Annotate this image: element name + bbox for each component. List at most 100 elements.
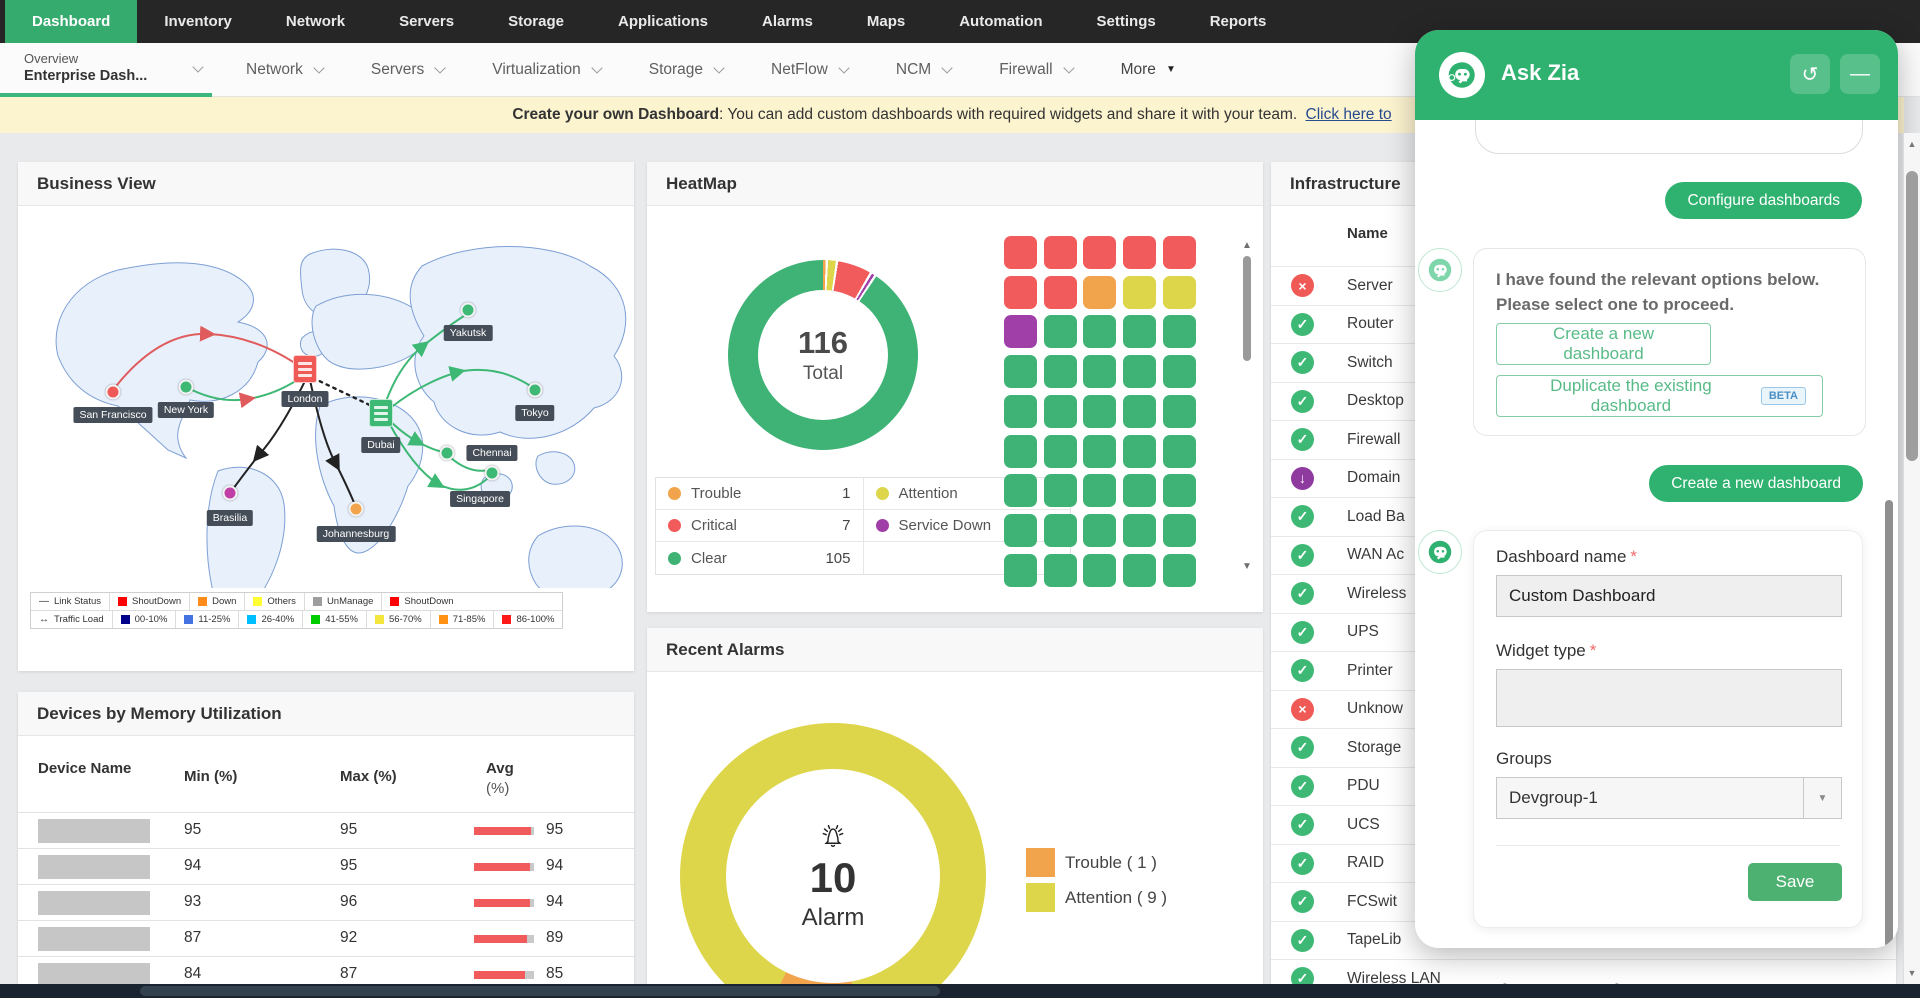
groups-select[interactable]: Devgroup-1 ▼: [1496, 777, 1842, 819]
tab-more[interactable]: More ▼: [1087, 43, 1190, 97]
heatmap-scrollbar[interactable]: ▲ ▼: [1240, 240, 1254, 572]
heatmap-cell[interactable]: [1083, 315, 1116, 348]
heatmap-cell[interactable]: [1004, 395, 1037, 428]
heatmap-cell[interactable]: [1123, 514, 1156, 547]
nav-item-inventory[interactable]: Inventory: [137, 0, 259, 43]
selected-reply-pill[interactable]: Create a new dashboard: [1649, 465, 1863, 502]
heatmap-cell[interactable]: [1123, 435, 1156, 468]
nav-item-storage[interactable]: Storage: [481, 0, 591, 43]
heatmap-scroll-thumb[interactable]: [1243, 256, 1251, 361]
heatmap-cell[interactable]: [1004, 355, 1037, 388]
nav-item-network[interactable]: Network: [259, 0, 372, 43]
heatmap-cell[interactable]: [1163, 554, 1196, 587]
heatmap-cell[interactable]: [1044, 474, 1077, 507]
tab-overview-enterprise[interactable]: Overview Enterprise Dash...: [0, 43, 212, 97]
heatmap-cell[interactable]: [1123, 236, 1156, 269]
map-node-dubai[interactable]: [369, 399, 393, 427]
heatmap-cell[interactable]: [1044, 514, 1077, 547]
scroll-down-icon[interactable]: ▼: [1240, 561, 1254, 572]
nav-item-alarms[interactable]: Alarms: [735, 0, 840, 43]
heatmap-cell[interactable]: [1004, 435, 1037, 468]
page-scrollbar[interactable]: ▲ ▼: [1903, 133, 1920, 984]
page-scroll-down-icon[interactable]: ▼: [1904, 968, 1920, 978]
tab-storage[interactable]: Storage: [615, 43, 737, 97]
heatmap-cell[interactable]: [1083, 355, 1116, 388]
heatmap-cell[interactable]: [1083, 554, 1116, 587]
memory-table-row[interactable]: 959595: [18, 812, 634, 848]
page-scroll-thumb[interactable]: [1906, 171, 1918, 461]
duplicate-dashboard-option[interactable]: Duplicate the existing dashboard BETA: [1496, 375, 1823, 417]
heatmap-cell[interactable]: [1044, 435, 1077, 468]
map-node-new-york[interactable]: [179, 380, 194, 395]
heatmap-cell[interactable]: [1083, 395, 1116, 428]
map-node-san-francisco[interactable]: [106, 385, 121, 400]
tab-virtualization[interactable]: Virtualization: [458, 43, 614, 97]
create-new-dashboard-option[interactable]: Create a new dashboard: [1496, 323, 1711, 365]
map-node-chennai[interactable]: [440, 446, 455, 461]
zia-reset-button[interactable]: ↺: [1790, 54, 1830, 94]
heatmap-cell[interactable]: [1123, 276, 1156, 309]
heatmap-cell[interactable]: [1083, 435, 1116, 468]
heatmap-cell[interactable]: [1163, 474, 1196, 507]
heatmap-cell[interactable]: [1123, 554, 1156, 587]
heatmap-cell[interactable]: [1044, 236, 1077, 269]
tab-servers[interactable]: Servers: [337, 43, 458, 97]
heatmap-cell[interactable]: [1004, 276, 1037, 309]
heatmap-cell[interactable]: [1163, 315, 1196, 348]
horizontal-scroll-thumb[interactable]: [140, 986, 940, 996]
nav-item-reports[interactable]: Reports: [1183, 0, 1294, 43]
heatmap-cell[interactable]: [1083, 236, 1116, 269]
map-node-yakutsk[interactable]: [461, 303, 476, 318]
heatmap-cell[interactable]: [1004, 514, 1037, 547]
heatmap-cell[interactable]: [1163, 355, 1196, 388]
map-node-london[interactable]: [293, 355, 317, 383]
memory-table-row[interactable]: 879289: [18, 920, 634, 956]
nav-item-settings[interactable]: Settings: [1070, 0, 1183, 43]
dropdown-caret-icon[interactable]: ▼: [1803, 778, 1841, 818]
dashboard-name-input[interactable]: [1496, 575, 1842, 617]
heatmap-cell[interactable]: [1123, 395, 1156, 428]
heatmap-cell[interactable]: [1163, 435, 1196, 468]
zia-scrollbar[interactable]: [1884, 128, 1894, 940]
heatmap-cell[interactable]: [1004, 554, 1037, 587]
heatmap-cell[interactable]: [1123, 474, 1156, 507]
save-button[interactable]: Save: [1748, 863, 1842, 901]
widget-type-input[interactable]: [1496, 669, 1842, 727]
nav-item-servers[interactable]: Servers: [372, 0, 481, 43]
nav-item-applications[interactable]: Applications: [591, 0, 735, 43]
memory-table-row[interactable]: 949594: [18, 848, 634, 884]
map-node-johannesburg[interactable]: [349, 502, 364, 517]
heatmap-cell[interactable]: [1044, 315, 1077, 348]
heatmap-cell[interactable]: [1004, 236, 1037, 269]
tab-netflow[interactable]: NetFlow: [737, 43, 862, 97]
map-node-tokyo[interactable]: [528, 383, 543, 398]
nav-item-automation[interactable]: Automation: [932, 0, 1069, 43]
page-scroll-up-icon[interactable]: ▲: [1904, 139, 1920, 149]
heatmap-cell[interactable]: [1044, 355, 1077, 388]
tab-firewall[interactable]: Firewall: [965, 43, 1086, 97]
scroll-up-icon[interactable]: ▲: [1240, 240, 1254, 251]
configure-dashboards-button[interactable]: Configure dashboards: [1665, 182, 1862, 219]
heatmap-cell[interactable]: [1044, 395, 1077, 428]
nav-item-dashboard[interactable]: Dashboard: [5, 0, 137, 43]
heatmap-cell[interactable]: [1004, 315, 1037, 348]
nav-item-maps[interactable]: Maps: [840, 0, 932, 43]
heatmap-cell[interactable]: [1004, 474, 1037, 507]
horizontal-scrollbar[interactable]: [0, 984, 1920, 998]
zia-scroll-thumb[interactable]: [1885, 500, 1893, 948]
heatmap-cell[interactable]: [1044, 276, 1077, 309]
zia-minimize-button[interactable]: —: [1840, 54, 1880, 94]
heatmap-cell[interactable]: [1083, 514, 1116, 547]
tab-network[interactable]: Network: [212, 43, 337, 97]
heatmap-cell[interactable]: [1163, 395, 1196, 428]
heatmap-cell[interactable]: [1163, 276, 1196, 309]
heatmap-cell[interactable]: [1083, 474, 1116, 507]
heatmap-cell[interactable]: [1123, 355, 1156, 388]
heatmap-cell[interactable]: [1163, 236, 1196, 269]
map-node-singapore[interactable]: [485, 466, 500, 481]
heatmap-cell[interactable]: [1123, 315, 1156, 348]
banner-click-here-link[interactable]: Click here to: [1306, 106, 1392, 123]
heatmap-cell[interactable]: [1163, 514, 1196, 547]
memory-table-row[interactable]: 939694: [18, 884, 634, 920]
heatmap-cell[interactable]: [1083, 276, 1116, 309]
